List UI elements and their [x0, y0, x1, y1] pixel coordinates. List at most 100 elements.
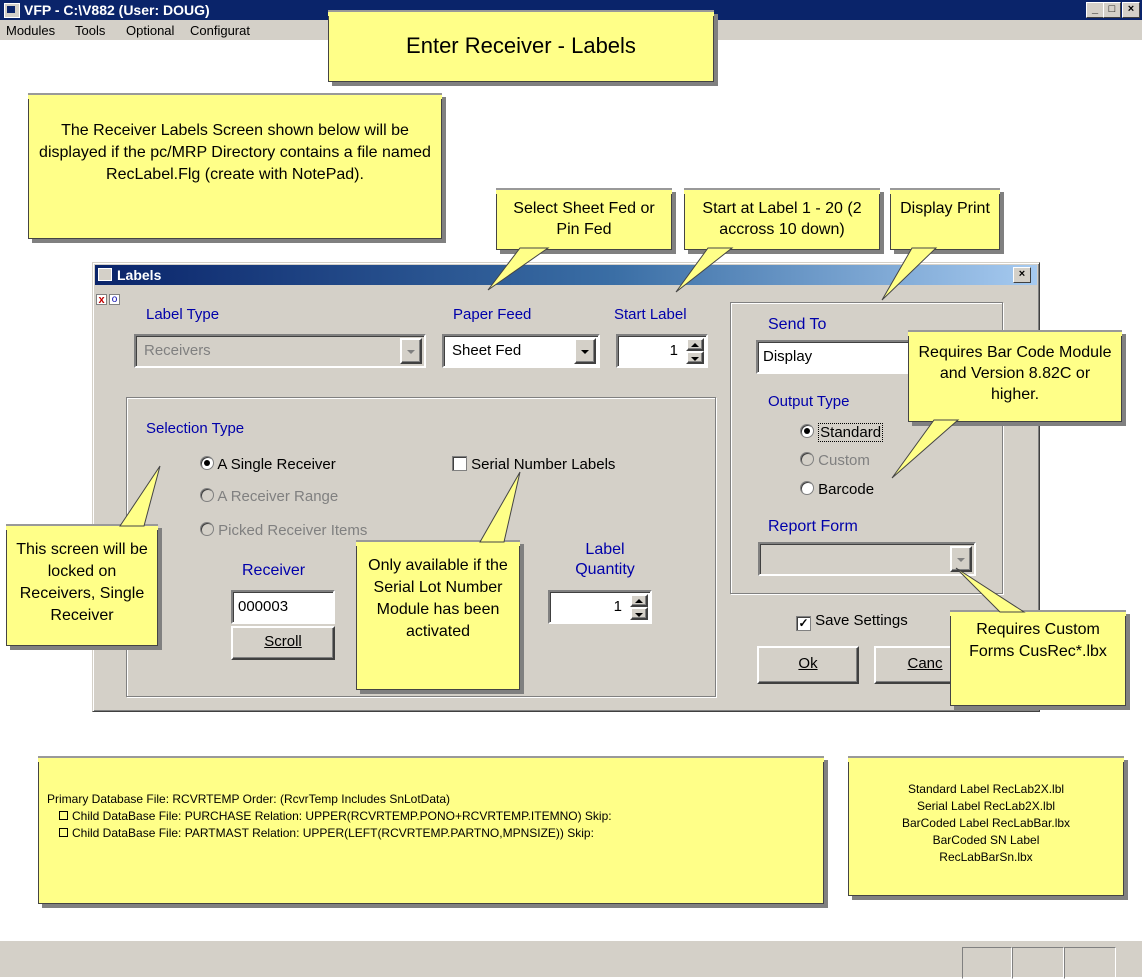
- close-record-icon[interactable]: x: [96, 294, 107, 306]
- custom-forms-callout: Requires Custom Forms CusRec*.lbx: [950, 610, 1126, 706]
- paper-feed-select[interactable]: Sheet Fed: [442, 334, 600, 368]
- minimize-button[interactable]: _: [1086, 2, 1104, 18]
- radio-standard[interactable]: Standard: [800, 423, 884, 442]
- radio-barcode-label: Barcode: [818, 481, 875, 498]
- child-database-2-text: Child DataBase File: PARTMAST Relation: …: [72, 826, 594, 840]
- intro-callout: The Receiver Labels Screen shown below w…: [28, 93, 442, 239]
- tree-node-icon: [59, 828, 68, 837]
- serial-callout: Only available if the Serial Lot Number …: [356, 540, 520, 690]
- send-to-callout: Display Print: [890, 188, 1000, 250]
- radio-receiver-range[interactable]: A Receiver Range: [200, 488, 338, 505]
- start-label-label: Start Label: [614, 306, 687, 323]
- radio-icon: [800, 452, 814, 466]
- spin-down-icon[interactable]: [686, 351, 704, 364]
- app-icon: [4, 3, 20, 18]
- locked-callout-text: This screen will be locked on Receivers,…: [16, 541, 148, 624]
- label-file-item: Serial Label RecLab2X.lbl: [916, 799, 1056, 813]
- radio-icon: [200, 522, 214, 536]
- dialog-icon: [98, 268, 112, 281]
- status-panel: [962, 947, 1012, 979]
- tree-node-icon: [59, 811, 68, 820]
- label-quantity-spinner[interactable]: 1: [548, 590, 652, 624]
- serial-callout-text: Only available if the Serial Lot Number …: [368, 557, 508, 640]
- send-to-callout-text: Display Print: [900, 200, 990, 217]
- output-type-label: Output Type: [768, 393, 850, 410]
- spin-up-icon[interactable]: [630, 594, 648, 607]
- radio-selected-icon: [800, 424, 814, 438]
- radio-icon: [800, 481, 814, 495]
- receiver-label: Receiver: [242, 562, 306, 579]
- ok-button[interactable]: Ok: [757, 646, 859, 684]
- chevron-down-icon[interactable]: [574, 338, 596, 364]
- report-form-select[interactable]: [758, 542, 976, 576]
- spin-down-icon[interactable]: [630, 607, 648, 620]
- heading-callout: Enter Receiver - Labels: [328, 10, 714, 82]
- open-record-icon[interactable]: o: [109, 294, 120, 305]
- menu-modules[interactable]: Modules: [6, 23, 55, 38]
- maximize-button[interactable]: □: [1103, 2, 1121, 18]
- radio-picked-items-label: Picked Receiver Items: [218, 522, 368, 539]
- radio-single-receiver-label: A Single Receiver: [217, 456, 336, 473]
- heading-text: Enter Receiver - Labels: [406, 33, 636, 58]
- start-label-callout-text: Start at Label 1 - 20 (2 accross 10 down…: [702, 200, 862, 238]
- send-to-select[interactable]: Display: [756, 340, 916, 374]
- chevron-down-icon[interactable]: [400, 338, 422, 364]
- report-form-label: Report Form: [768, 518, 858, 535]
- dialog-titlebar: Labels ×: [95, 265, 1037, 285]
- scroll-button[interactable]: Scroll: [231, 626, 335, 660]
- receiver-value: 000003: [238, 598, 289, 615]
- ok-button-label: Ok: [798, 655, 818, 672]
- barcode-callout: Requires Bar Code Module and Version 8.8…: [908, 330, 1122, 422]
- label-files-callout: Standard Label RecLab2X.lbl Serial Label…: [848, 756, 1124, 896]
- receiver-input[interactable]: 000003: [231, 590, 335, 624]
- label-file-item: Standard Label RecLab2X.lbl: [907, 782, 1065, 796]
- intro-text: The Receiver Labels Screen shown below w…: [39, 122, 431, 183]
- paper-feed-value: Sheet Fed: [452, 342, 522, 359]
- save-settings-checkbox[interactable]: ✓ Save Settings: [796, 612, 908, 631]
- child-database-1: Child DataBase File: PURCHASE Relation: …: [47, 808, 823, 825]
- label-quantity-value: 1: [613, 598, 622, 615]
- database-callout: Primary Database File: RCVRTEMP Order: (…: [38, 756, 824, 904]
- chevron-down-icon[interactable]: [950, 546, 972, 572]
- status-panel: [1064, 947, 1116, 979]
- label-type-select[interactable]: Receivers: [134, 334, 426, 368]
- serial-number-checkbox[interactable]: Serial Number Labels: [452, 456, 615, 473]
- start-label-value: 1: [669, 342, 678, 359]
- menu-tools[interactable]: Tools: [75, 23, 105, 38]
- label-file-item: BarCoded SN Label: [932, 833, 1040, 847]
- start-label-callout: Start at Label 1 - 20 (2 accross 10 down…: [684, 188, 880, 250]
- spin-up-icon[interactable]: [686, 338, 704, 351]
- save-settings-label: Save Settings: [815, 612, 908, 629]
- checkmark-icon: ✓: [796, 616, 811, 631]
- menu-optional[interactable]: Optional: [126, 23, 174, 38]
- serial-number-label: Serial Number Labels: [471, 456, 616, 473]
- custom-forms-callout-text: Requires Custom Forms CusRec*.lbx: [969, 621, 1107, 660]
- barcode-callout-text: Requires Bar Code Module and Version 8.8…: [918, 344, 1112, 403]
- radio-single-receiver[interactable]: A Single Receiver: [200, 456, 336, 473]
- dialog-close-button[interactable]: ×: [1013, 267, 1031, 283]
- radio-barcode[interactable]: Barcode: [800, 481, 874, 498]
- paper-feed-label: Paper Feed: [453, 306, 532, 323]
- label-type-value: Receivers: [144, 342, 211, 359]
- label-file-item: RecLabBarSn.lbx: [939, 850, 1033, 864]
- radio-icon: [200, 488, 214, 502]
- radio-custom[interactable]: Custom: [800, 452, 870, 469]
- label-file-item: BarCoded Label RecLabBar.lbx: [901, 816, 1071, 830]
- send-to-value: Display: [763, 348, 813, 365]
- label-quantity-label-line1: Label: [585, 541, 625, 558]
- radio-receiver-range-label: A Receiver Range: [217, 488, 339, 505]
- paper-feed-callout-text: Select Sheet Fed or Pin Fed: [513, 200, 655, 238]
- radio-selected-icon: [200, 456, 214, 470]
- menu-configuration[interactable]: Configurat: [190, 23, 250, 38]
- status-bar: [0, 940, 1142, 979]
- radio-standard-label: Standard: [818, 423, 884, 442]
- start-label-spinner[interactable]: 1: [616, 334, 708, 368]
- dialog-title: Labels: [117, 267, 162, 283]
- child-database-1-text: Child DataBase File: PURCHASE Relation: …: [72, 809, 612, 823]
- radio-picked-items[interactable]: Picked Receiver Items: [200, 522, 367, 539]
- label-quantity-label: Label Quantity: [560, 540, 650, 580]
- scroll-button-label: Scroll: [264, 633, 302, 650]
- status-panel: [1012, 947, 1064, 979]
- paper-feed-callout: Select Sheet Fed or Pin Fed: [496, 188, 672, 250]
- close-button[interactable]: ×: [1122, 2, 1140, 18]
